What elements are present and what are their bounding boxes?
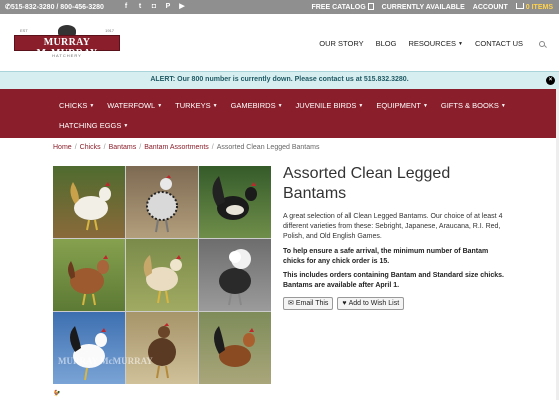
product-actions: ✉ Email This ♥ Add to Wish List: [283, 297, 405, 310]
instagram-icon[interactable]: ◘: [150, 2, 158, 11]
facebook-icon[interactable]: f: [122, 2, 130, 11]
chevron-down-icon: ▼: [422, 103, 428, 109]
breadcrumb-bantams[interactable]: Bantams: [109, 144, 137, 151]
cat-turkeys[interactable]: TURKEYS ▼: [175, 101, 217, 110]
product-description: A great selection of all Clean Legged Ba…: [283, 213, 503, 240]
category-nav: CHICKS ▼ WATERFOWL ▼ TURKEYS ▼ GAMEBIRDS ▼ J…: [0, 89, 559, 138]
nav-our-story[interactable]: OUR STORY: [319, 39, 363, 48]
bird-photo: [53, 312, 125, 384]
email-this-button[interactable]: ✉ Email This: [283, 297, 334, 310]
breadcrumb-current: Assorted Clean Legged Bantams: [216, 144, 320, 151]
nav-contact-us[interactable]: CONTACT US: [475, 39, 523, 48]
chevron-down-icon: ▼: [157, 103, 163, 109]
image-watermark: MURRAY McMURRAY: [58, 356, 153, 366]
cart-count: 0 ITEMS: [525, 4, 553, 11]
category-nav-row: HATCHING EGGS ▼: [59, 121, 128, 130]
bird-photo: [126, 166, 198, 238]
account-link[interactable]: ACCOUNT: [473, 4, 508, 11]
breadcrumb: Home / Chicks / Bantams / Bantam Assortments / A…: [53, 144, 320, 151]
bird-photo: [199, 166, 271, 238]
free-catalog-link[interactable]: FREE CATALOG: [311, 3, 374, 11]
bird-photo: [199, 312, 271, 384]
cat-waterfowl[interactable]: WATERFOWL ▼: [107, 101, 162, 110]
close-icon[interactable]: ×: [546, 76, 555, 85]
catalog-icon: [367, 3, 374, 10]
thumbnail-icon[interactable]: 🐓: [53, 390, 60, 397]
breadcrumb-home[interactable]: Home: [53, 144, 72, 151]
cat-hatching-eggs[interactable]: HATCHING EGGS ▼: [59, 121, 128, 130]
top-links: FREE CATALOG CURRENTLY AVAILABLE ACCOUNT…: [311, 3, 553, 11]
alert-message: ALERT: Our 800 number is currently down.…: [150, 76, 409, 83]
breadcrumb-chicks[interactable]: Chicks: [80, 144, 101, 151]
main-nav: OUR STORY BLOG RESOURCES ▼ CONTACT US: [319, 39, 545, 48]
chevron-down-icon: ▼: [123, 123, 129, 129]
cart-icon: [515, 3, 524, 9]
cat-juvenile-birds[interactable]: JUVENILE BIRDS ▼: [296, 101, 364, 110]
cat-gifts-books[interactable]: GIFTS & BOOKS ▼: [441, 101, 506, 110]
minimum-order-note: To help ensure a safe arrival, the minim…: [283, 248, 489, 265]
top-bar: ✆515-832-3280 / 800-456-3280 f t ◘ P ▶ F…: [0, 0, 559, 14]
logo-est: EST: [20, 28, 28, 33]
youtube-icon[interactable]: ▶: [178, 2, 186, 11]
cat-chicks[interactable]: CHICKS ▼: [59, 101, 94, 110]
cat-equipment[interactable]: EQUIPMENT ▼: [376, 101, 428, 110]
chevron-down-icon: ▼: [89, 103, 95, 109]
envelope-icon: ✉: [288, 300, 294, 307]
cart-link[interactable]: 0 ITEMS: [515, 3, 553, 11]
pinterest-icon[interactable]: P: [164, 2, 172, 11]
bird-photo: [126, 239, 198, 311]
currently-available-link[interactable]: CURRENTLY AVAILABLE: [382, 4, 465, 11]
chevron-down-icon: ▼: [457, 41, 463, 47]
chevron-down-icon: ▼: [212, 103, 218, 109]
nav-resources[interactable]: RESOURCES ▼: [408, 39, 462, 48]
bird-photo: [53, 239, 125, 311]
site-logo[interactable]: EST 1917 MURRAY McMURRAY HATCHERY: [14, 25, 120, 61]
search-icon[interactable]: [539, 40, 545, 47]
twitter-icon[interactable]: t: [136, 2, 144, 11]
site-header: EST 1917 MURRAY McMURRAY HATCHERY OUR ST…: [0, 14, 559, 71]
social-links: f t ◘ P ▶: [122, 2, 186, 11]
heart-icon: ♥: [342, 300, 347, 307]
add-to-wishlist-button[interactable]: ♥ Add to Wish List: [337, 297, 405, 310]
bird-photo: [199, 239, 271, 311]
nav-blog[interactable]: BLOG: [376, 39, 397, 48]
availability-note: This includes orders containing Bantam a…: [283, 272, 504, 289]
bird-photo: [126, 312, 198, 384]
bird-photo: [53, 166, 125, 238]
alert-banner: ALERT: Our 800 number is currently down.…: [0, 71, 559, 89]
breadcrumb-bantam-assortments[interactable]: Bantam Assortments: [144, 144, 209, 151]
cat-gamebirds[interactable]: GAMEBIRDS ▼: [231, 101, 283, 110]
chevron-down-icon: ▼: [500, 103, 506, 109]
product-image[interactable]: [53, 166, 271, 384]
product-title: Assorted Clean Legged Bantams: [283, 165, 451, 202]
logo-year: 1917: [105, 28, 114, 33]
logo-subtitle: HATCHERY: [52, 53, 82, 58]
chevron-down-icon: ▼: [358, 103, 364, 109]
category-nav-row: CHICKS ▼ WATERFOWL ▼ TURKEYS ▼ GAMEBIRDS ▼ J…: [59, 101, 506, 110]
chevron-down-icon: ▼: [277, 103, 283, 109]
phone-numbers[interactable]: ✆515-832-3280 / 800-456-3280: [5, 3, 104, 11]
